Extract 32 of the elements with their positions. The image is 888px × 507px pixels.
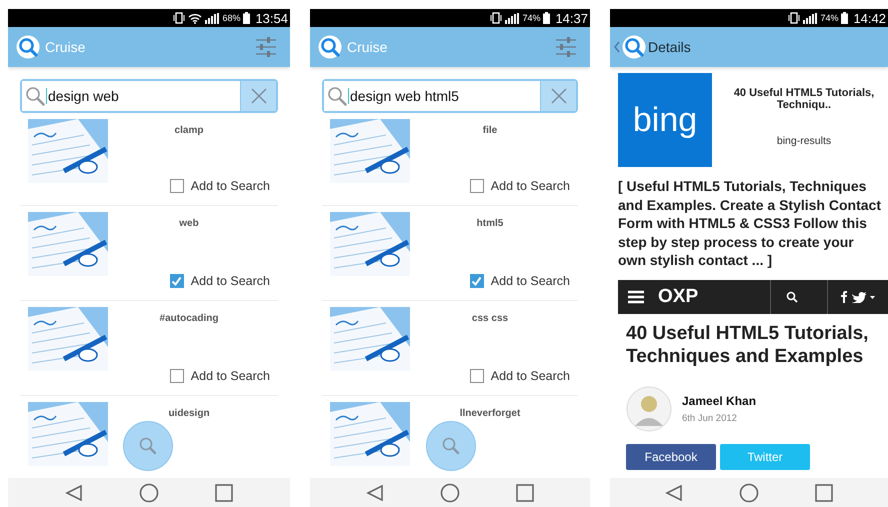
tag-label: #autocading bbox=[160, 313, 218, 324]
app-title: Cruise bbox=[347, 39, 388, 55]
author-name: Jameel Khan bbox=[682, 394, 756, 408]
tag-label: web bbox=[179, 218, 199, 229]
app-title: Cruise bbox=[45, 39, 86, 55]
add-to-search-checkbox[interactable]: Add to Search bbox=[470, 274, 570, 288]
result-source: bing-results bbox=[776, 135, 832, 147]
add-to-search-checkbox[interactable]: Add to Search bbox=[170, 369, 270, 383]
battery-percent: 74% bbox=[820, 13, 838, 23]
clock-time: 13:54 bbox=[255, 10, 288, 26]
clock-time: 14:37 bbox=[555, 10, 588, 26]
add-to-search-checkbox[interactable]: Add to Search bbox=[470, 179, 570, 193]
article-date: 6th Jun 2012 bbox=[682, 412, 738, 424]
article-headline: 40 Useful HTML5 Tutorials, Techniques and Examples bbox=[626, 322, 870, 368]
battery-percent: 74% bbox=[522, 13, 540, 23]
app-title: Details bbox=[648, 39, 691, 55]
result-title: 40 Useful HTML5 Tutorials, Techniqu.. bbox=[732, 87, 876, 111]
add-to-search-checkbox[interactable]: Add to Search bbox=[470, 369, 570, 383]
tag-label: uidesign bbox=[168, 408, 210, 419]
tag-label: css css bbox=[472, 313, 508, 324]
add-to-search-checkbox[interactable]: Add to Search bbox=[170, 179, 270, 193]
add-to-search-checkbox[interactable]: Add to Search bbox=[170, 274, 270, 288]
site-logo: OXP bbox=[658, 286, 698, 308]
tag-label: llneverforget bbox=[460, 408, 520, 419]
share-button[interactable]: Facebook bbox=[626, 444, 716, 470]
bing-logo: bing bbox=[618, 73, 712, 167]
result-snippet: [ Useful HTML5 Tutorials, Techniques and Examples. Create a Stylish Contact Form with HTML5 & CSS3 Follow this step by step process to create your own stylish contact ... ] bbox=[618, 177, 882, 270]
clock-time: 14:42 bbox=[853, 10, 886, 26]
battery-percent: 68% bbox=[222, 13, 240, 23]
tag-label: clamp bbox=[174, 125, 204, 136]
tag-label: html5 bbox=[476, 218, 504, 229]
tag-label: file bbox=[482, 125, 498, 136]
